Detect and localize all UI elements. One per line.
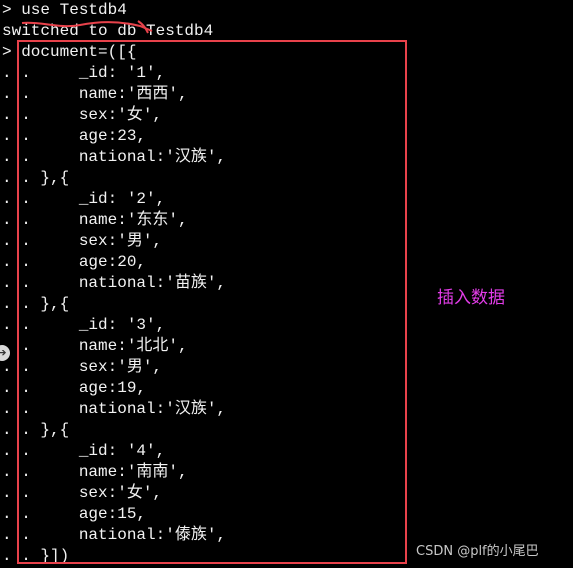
csdn-watermark: CSDN @plf的小尾巴 (416, 544, 539, 559)
insert-data-annotation: 插入数据 (437, 288, 505, 308)
terminal-line-1: > use Testdb4 (2, 1, 127, 19)
terminal-line-13: . . age:20, (2, 253, 147, 271)
terminal-line-9: . . },{ (2, 169, 70, 187)
terminal-line-14: . . national:'苗族', (2, 274, 227, 292)
terminal-line-19: . . age:19, (2, 379, 147, 397)
terminal-line-18: . . sex:'男', (2, 358, 163, 376)
terminal-line-15: . . },{ (2, 295, 70, 313)
terminal-line-6: . . sex:'女', (2, 106, 163, 124)
terminal-line-27: . . }]) (2, 547, 70, 565)
terminal-line-3: > document=([{ (2, 43, 137, 61)
terminal-window[interactable]: > use Testdb4 switched to db Testdb4 > d… (0, 0, 573, 568)
terminal-line-12: . . sex:'男', (2, 232, 163, 250)
terminal-line-17: . . name:'北北', (2, 337, 188, 355)
terminal-line-7: . . age:23, (2, 127, 147, 145)
terminal-line-26: . . national:'傣族', (2, 526, 227, 544)
terminal-line-22: . . _id: '4', (2, 442, 166, 460)
terminal-line-2: switched to db Testdb4 (2, 22, 214, 40)
terminal-line-16: . . _id: '3', (2, 316, 166, 334)
terminal-line-25: . . age:15, (2, 505, 147, 523)
terminal-line-11: . . name:'东东', (2, 211, 188, 229)
terminal-line-24: . . sex:'女', (2, 484, 163, 502)
terminal-line-20: . . national:'汉族', (2, 400, 227, 418)
terminal-line-5: . . name:'西西', (2, 85, 188, 103)
terminal-line-23: . . name:'南南', (2, 463, 188, 481)
terminal-line-21: . . },{ (2, 421, 70, 439)
terminal-line-4: . . _id: '1', (2, 64, 166, 82)
terminal-line-10: . . _id: '2', (2, 190, 166, 208)
terminal-line-8: . . national:'汉族', (2, 148, 227, 166)
